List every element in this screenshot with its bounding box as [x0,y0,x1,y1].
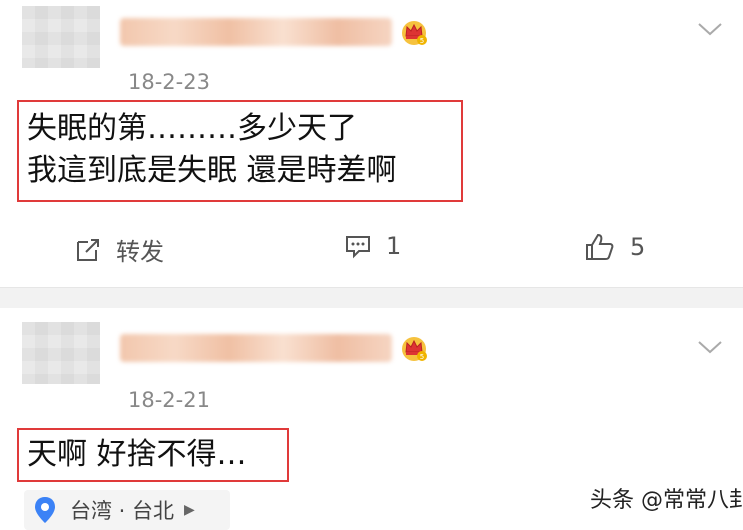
post-1: 5 18-2-23 失眠的第………多少天了 我這到底是失眠 還是時差啊 转发 1 … [0,0,743,287]
chevron-right-icon: ▶ [184,502,195,518]
like-count: 5 [630,233,646,261]
username-blurred[interactable] [120,18,392,46]
post-date: 18-2-21 [128,388,210,412]
post-text-line: 我這到底是失眠 還是時差啊 [27,153,397,188]
vip-crown-icon: 5 [402,337,427,361]
avatar[interactable] [22,322,100,384]
svg-text:5: 5 [420,353,424,361]
post-text-line: 天啊 好捨不得… [27,437,247,472]
like-button[interactable]: 5 [584,232,645,262]
location-tag[interactable]: 台湾 · 台北 ▶ [24,490,230,530]
vip-crown-icon: 5 [402,21,427,45]
repost-icon [77,238,99,261]
comment-count: 1 [386,232,402,260]
comment-icon [346,236,370,259]
post-text-line: 失眠的第………多少天了 [27,111,357,146]
watermark: 头条 @常常八卦 [590,488,743,513]
post-date: 18-2-23 [128,70,210,94]
post-text: 失眠的第………多少天了我這到底是失眠 還是時差啊 [17,100,463,202]
svg-text:5: 5 [420,37,424,45]
avatar[interactable] [22,6,100,68]
post-text: 天啊 好捨不得… [17,428,289,482]
repost-label: 转发 [116,238,164,266]
comment-button[interactable]: 1 [344,232,401,260]
location-label: 台湾 · 台北 [70,499,175,523]
chevron-down-icon[interactable] [696,338,724,356]
location-pin-icon [35,497,55,523]
chevron-down-icon[interactable] [696,20,724,38]
username-blurred[interactable] [120,334,392,362]
repost-button[interactable]: 转发 [74,232,164,267]
feed-divider [0,287,743,309]
like-icon [586,233,614,260]
